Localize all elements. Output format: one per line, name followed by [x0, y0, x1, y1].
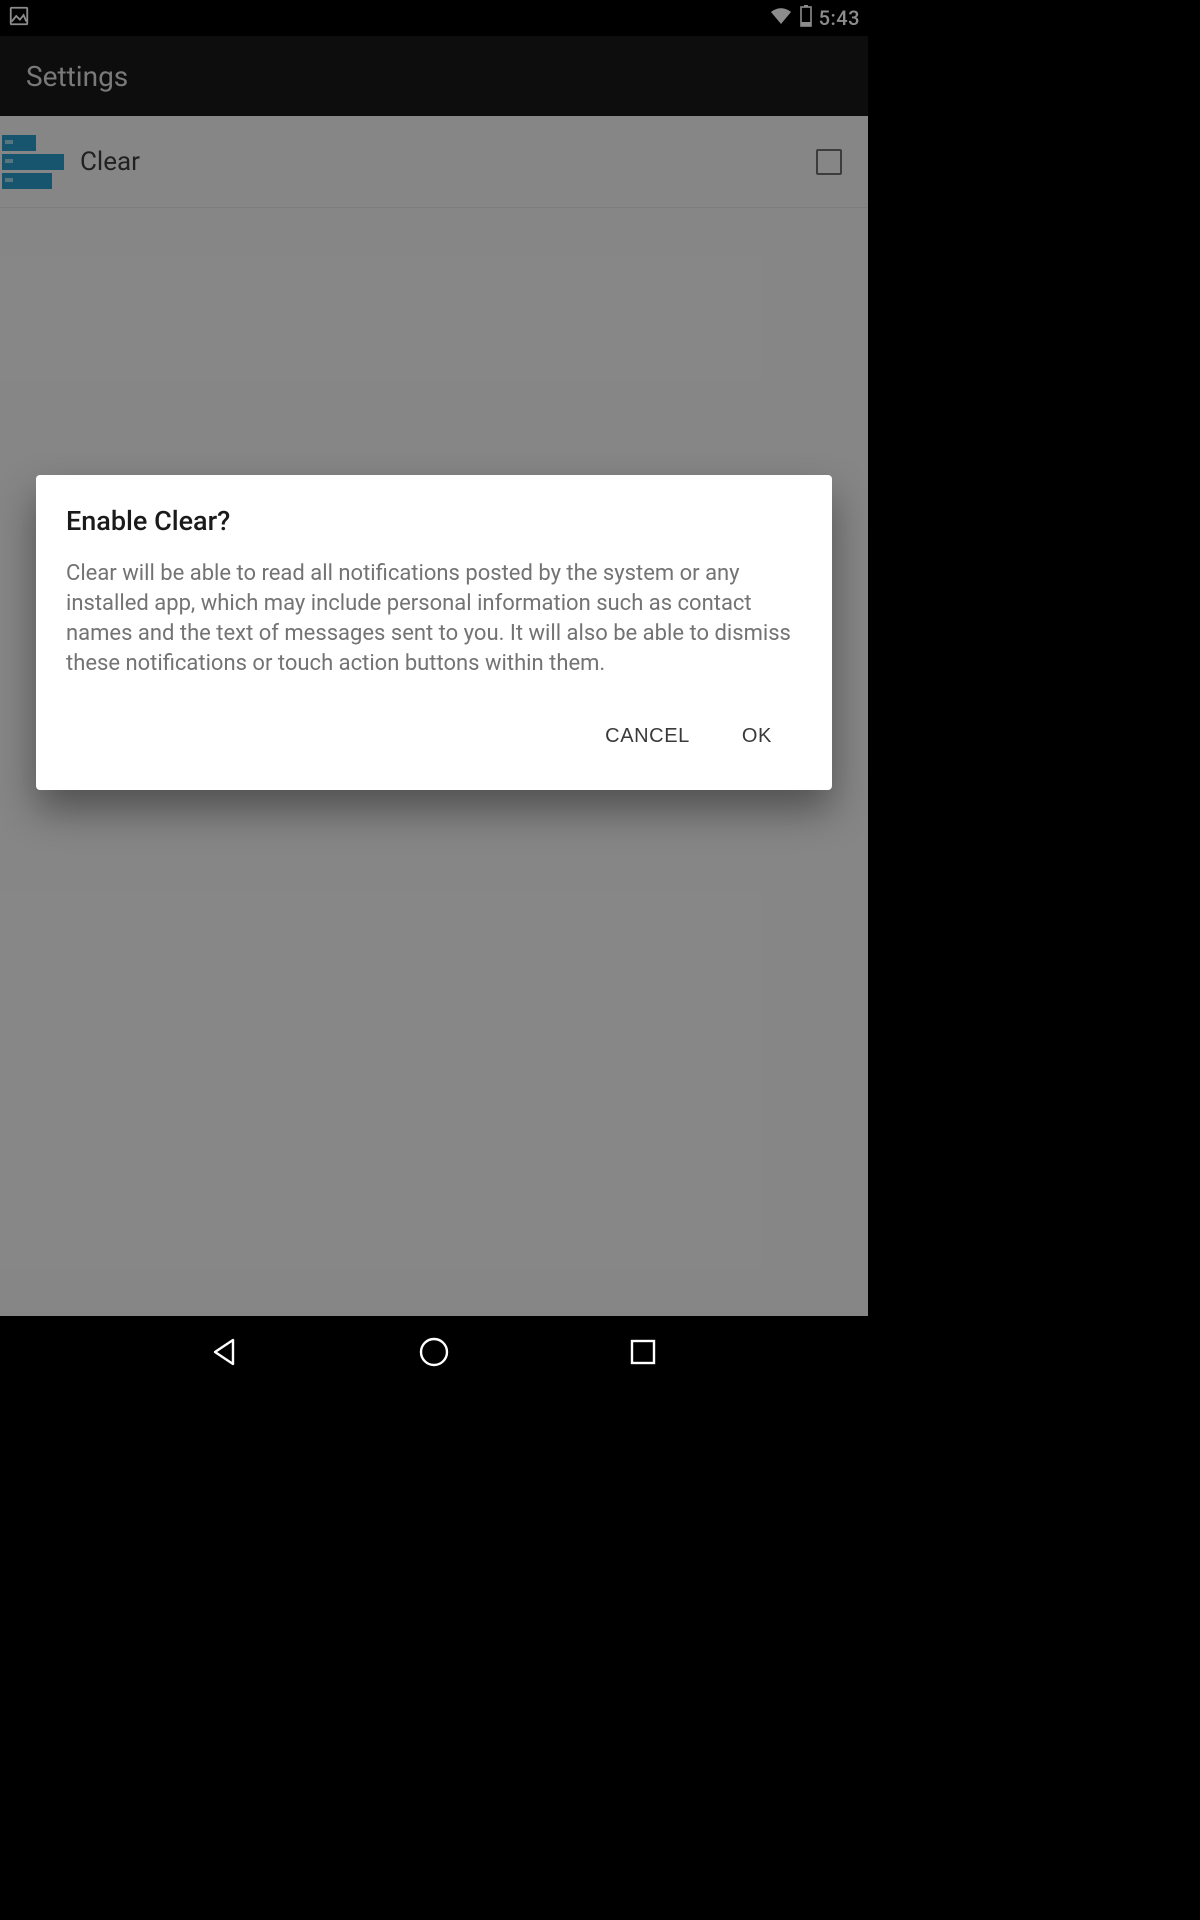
dialog-actions: CANCEL OK — [66, 715, 802, 768]
cancel-button[interactable]: CANCEL — [599, 715, 696, 758]
ok-button[interactable]: OK — [736, 715, 778, 758]
enable-clear-dialog: Enable Clear? Clear will be able to read… — [36, 475, 832, 790]
dialog-title: Enable Clear? — [66, 505, 802, 537]
navigation-bar — [0, 1316, 868, 1388]
nav-recent-button[interactable] — [623, 1332, 663, 1372]
nav-home-button[interactable] — [414, 1332, 454, 1372]
dialog-body: Clear will be able to read all notificat… — [66, 559, 802, 679]
screen: 5:43 Settings Clear Enable Clear? Clear … — [0, 0, 868, 1388]
nav-back-button[interactable] — [205, 1332, 245, 1372]
